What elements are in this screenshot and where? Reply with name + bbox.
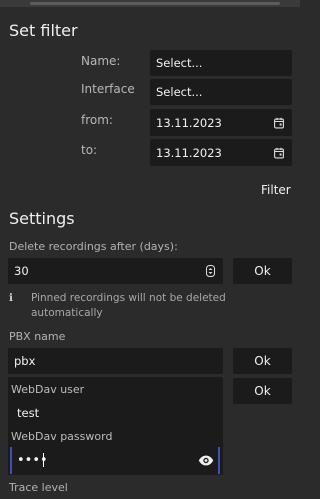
webdav-user-value: test xyxy=(17,406,40,420)
delete-days-input[interactable]: 30 xyxy=(8,258,223,284)
horizontal-scrollbar[interactable] xyxy=(30,2,280,5)
delete-days-label: Delete recordings after (days): xyxy=(9,240,178,253)
webdav-user-input[interactable]: test xyxy=(10,400,220,426)
calendar-icon[interactable] xyxy=(274,147,284,158)
eye-icon[interactable] xyxy=(198,455,214,466)
name-select-value: Select... xyxy=(156,56,203,70)
pinned-info: i Pinned recordings will not be deleted … xyxy=(9,291,239,321)
settings-section-title: Settings xyxy=(9,209,75,228)
filter-button[interactable]: Filter xyxy=(261,183,291,197)
to-date-input[interactable]: 13.11.2023 xyxy=(150,139,292,166)
to-label: to: xyxy=(81,143,98,157)
spin-arrows-icon[interactable] xyxy=(206,265,215,277)
filter-section-title: Set filter xyxy=(9,21,78,40)
interface-select[interactable]: Select... xyxy=(150,79,292,105)
webdav-password-input[interactable]: •••• xyxy=(10,447,220,474)
delete-days-ok-button[interactable]: Ok xyxy=(233,258,292,284)
from-label: from: xyxy=(81,113,113,127)
name-label: Name: xyxy=(81,54,121,68)
webdav-ok-button[interactable]: Ok xyxy=(233,378,292,404)
top-scroll-track xyxy=(0,0,300,7)
calendar-icon[interactable] xyxy=(274,117,284,128)
pinned-info-text: Pinned recordings will not be deleted au… xyxy=(31,292,226,319)
interface-select-value: Select... xyxy=(156,85,203,99)
pbx-name-input[interactable]: pbx xyxy=(8,348,223,374)
from-date-value: 13.11.2023 xyxy=(156,115,222,130)
password-focus-left xyxy=(10,447,12,474)
pbx-name-value: pbx xyxy=(14,354,36,368)
text-caret xyxy=(43,453,44,467)
interface-label: Interface xyxy=(81,82,135,96)
delete-days-value: 30 xyxy=(14,264,29,278)
pbx-name-ok-button[interactable]: Ok xyxy=(233,348,292,374)
info-icon: i xyxy=(9,292,13,304)
from-date-input[interactable]: 13.11.2023 xyxy=(150,109,292,136)
pbx-name-label: PBX name xyxy=(9,330,66,343)
webdav-password-label: WebDav password xyxy=(11,430,113,443)
name-select[interactable]: Select... xyxy=(150,50,292,76)
password-focus-right xyxy=(218,447,220,474)
to-date-value: 13.11.2023 xyxy=(156,145,222,160)
trace-level-label: Trace level xyxy=(9,481,68,494)
webdav-user-label: WebDav user xyxy=(11,383,85,396)
